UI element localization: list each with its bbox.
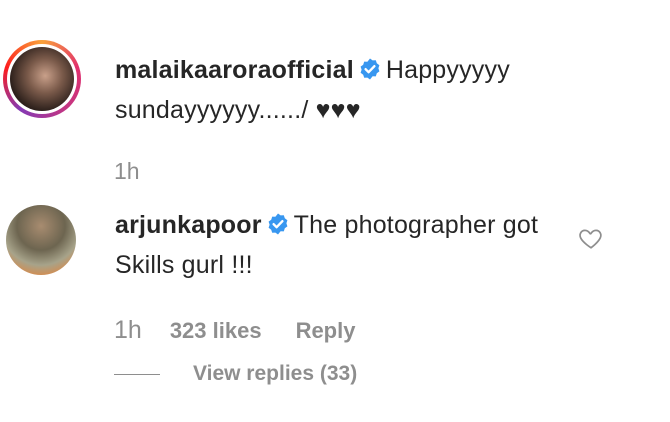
comment-meta-row: 1h 323 likes Reply (114, 316, 355, 345)
comment-username[interactable]: arjunkapoor (115, 211, 262, 239)
verified-badge-icon (360, 58, 380, 80)
heart-outline-icon[interactable] (578, 225, 604, 251)
avatar-arjunkapoor[interactable] (6, 205, 76, 275)
divider-line (114, 373, 160, 375)
verified-badge-icon (268, 213, 288, 235)
comments-panel: malaikaaroraofficial Happyyyyy sundayyyy… (0, 0, 670, 422)
comment-timestamp: 1h (114, 316, 142, 344)
reply-button[interactable]: Reply (296, 318, 356, 344)
view-replies-button[interactable]: View replies (33) (114, 362, 357, 386)
comment-timestamp: 1h (114, 158, 140, 184)
profile-photo (10, 47, 74, 111)
view-replies-label: View replies (33) (193, 362, 358, 385)
comment-2: arjunkapoor The photographer got Skills … (115, 205, 565, 285)
comment-username[interactable]: malaikaaroraofficial (115, 56, 354, 84)
comment-likes-count[interactable]: 323 likes (170, 318, 262, 344)
comment-1: malaikaaroraofficial Happyyyyy sundayyyy… (115, 50, 585, 130)
avatar-malaikaaroraofficial[interactable] (3, 40, 81, 118)
